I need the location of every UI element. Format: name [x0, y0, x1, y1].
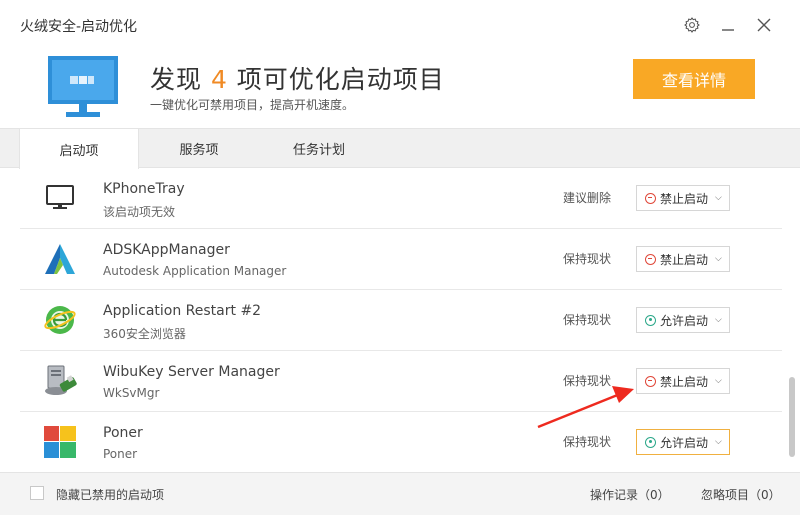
close-button[interactable] [753, 14, 775, 36]
list-item: Application Restart #2 360安全浏览器 保持现状 允许启… [20, 290, 782, 351]
list-item: KPhoneTray 该启动项无效 建议删除 禁止启动 ⌵ [20, 168, 782, 229]
item-name: Application Restart #2 [103, 303, 262, 319]
item-name: Poner [103, 425, 143, 441]
operation-log-link[interactable]: 操作记录（0） [590, 486, 670, 503]
action-label: 禁止启动 [660, 374, 709, 389]
startup-action-dropdown[interactable]: 允许启动 ⌵ [636, 307, 730, 333]
hide-disabled-label: 隐藏已禁用的启动项 [56, 488, 165, 502]
startup-action-dropdown[interactable]: 禁止启动 ⌵ [636, 185, 730, 211]
startup-action-dropdown[interactable]: 禁止启动 ⌵ [636, 368, 730, 394]
server-icon [40, 363, 80, 399]
ignored-items-link[interactable]: 忽略项目（0） [701, 486, 781, 503]
tab-scheduled-tasks[interactable]: 任务计划 [259, 129, 379, 168]
title-bar: 火绒安全-启动优化 [0, 0, 800, 50]
minimize-icon [722, 29, 734, 31]
item-description: Poner [103, 447, 138, 461]
item-description: Autodesk Application Manager [103, 264, 287, 278]
optimizable-count: 4 [210, 65, 228, 94]
allow-icon [645, 436, 656, 448]
item-advice: 保持现状 [563, 435, 612, 449]
action-label: 禁止启动 [660, 252, 709, 267]
item-name: WibuKey Server Manager [103, 364, 280, 380]
item-name: ADSKAppManager [103, 242, 230, 258]
browser-360-icon [40, 302, 80, 338]
page-subtitle: 一键优化可禁用项目，提高开机速度。 [150, 98, 355, 112]
list-item: WibuKey Server Manager WkSvMgr 保持现状 禁止启动… [20, 351, 782, 412]
action-label: 禁止启动 [660, 191, 709, 206]
tab-bar: 启动项 服务项 任务计划 [0, 128, 800, 169]
allow-icon [645, 314, 656, 326]
chevron-down-icon: ⌵ [715, 193, 722, 203]
close-icon [757, 18, 771, 32]
ban-icon [645, 253, 656, 265]
item-description: 360安全浏览器 [103, 327, 186, 341]
summary-header: 发现 4 项可优化启动项目 一键优化可禁用项目，提高开机速度。 查看详情 [0, 50, 800, 128]
item-advice: 保持现状 [563, 313, 612, 327]
monitor-icon [48, 56, 118, 117]
ban-icon [645, 192, 656, 204]
minimize-button[interactable] [717, 14, 739, 36]
chevron-down-icon: ⌵ [715, 376, 722, 386]
gear-icon [684, 17, 700, 33]
headline-suffix: 项可优化启动项目 [227, 65, 445, 94]
view-details-button[interactable]: 查看详情 [633, 59, 755, 99]
scrollbar-thumb[interactable] [789, 377, 795, 457]
chevron-down-icon: ⌵ [715, 254, 722, 264]
startup-item-list: KPhoneTray 该启动项无效 建议删除 禁止启动 ⌵ ADSKAppMan… [0, 168, 800, 472]
chevron-down-icon: ⌵ [715, 315, 722, 325]
item-advice: 建议删除 [563, 191, 612, 205]
monitor-icon [40, 180, 80, 216]
item-advice: 保持现状 [563, 252, 612, 266]
footer-bar: 隐藏已禁用的启动项 操作记录（0） 忽略项目（0） [0, 472, 800, 515]
item-advice: 保持现状 [563, 374, 612, 388]
window-title: 火绒安全-启动优化 [20, 19, 138, 35]
autodesk-icon [40, 241, 80, 277]
list-scrollbar[interactable] [788, 168, 796, 472]
headline-prefix: 发现 [150, 65, 211, 94]
startup-action-dropdown[interactable]: 禁止启动 ⌵ [636, 246, 730, 272]
action-label: 允许启动 [660, 435, 709, 450]
item-name: KPhoneTray [103, 181, 185, 197]
list-item: ADSKAppManager Autodesk Application Mana… [20, 229, 782, 290]
tab-startup-items[interactable]: 启动项 [19, 129, 139, 169]
tab-services[interactable]: 服务项 [139, 129, 259, 168]
poner-icon [40, 424, 80, 460]
page-headline: 发现 4 项可优化启动项目 [150, 60, 445, 96]
list-item: Poner Poner 保持现状 允许启动 ⌵ [20, 412, 782, 472]
item-description: 该启动项无效 [103, 205, 176, 219]
action-label: 允许启动 [660, 313, 709, 328]
item-description: WkSvMgr [103, 386, 160, 400]
ban-icon [645, 375, 656, 387]
startup-action-dropdown[interactable]: 允许启动 ⌵ [636, 429, 730, 455]
hide-disabled-checkbox[interactable] [30, 486, 44, 500]
chevron-down-icon: ⌵ [715, 437, 722, 447]
settings-button[interactable] [681, 14, 703, 36]
